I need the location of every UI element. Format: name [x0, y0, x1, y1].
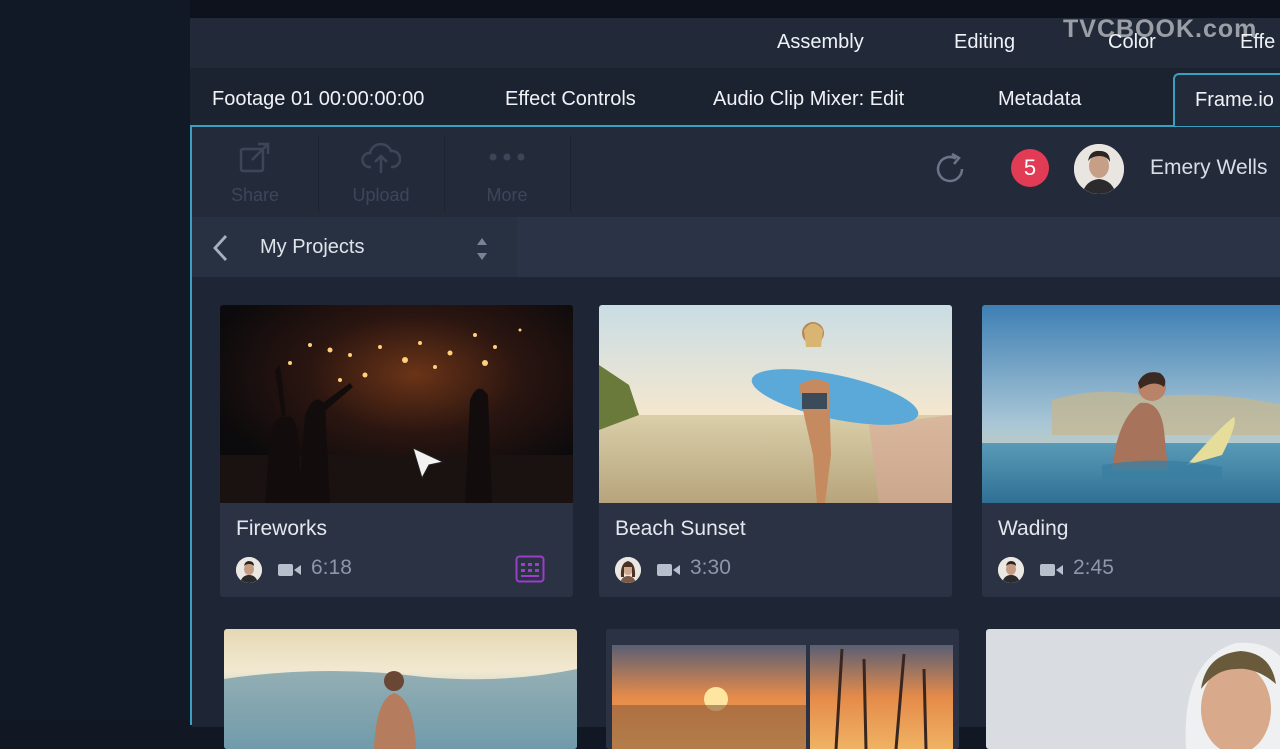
share-button[interactable]: Share — [192, 127, 318, 217]
frameio-panel: Share Upload More 5 Emery Wells My Proje… — [190, 125, 1280, 749]
panel-tab-bar: Footage 01 00:00:00:00 Effect Controls A… — [190, 68, 1280, 126]
video-thumbnail[interactable] — [220, 305, 573, 503]
video-card[interactable]: Beach Sunset 3:30 — [599, 305, 952, 597]
frameio-toolbar: Share Upload More 5 Emery Wells — [192, 127, 1280, 217]
tab-metadata[interactable]: Metadata — [998, 88, 1081, 111]
user-name[interactable]: Emery Wells — [1150, 156, 1267, 180]
workspace-editing[interactable]: Editing — [954, 31, 1015, 54]
more-button[interactable]: More — [444, 127, 570, 217]
more-label: More — [486, 185, 528, 205]
wading-thumbnail-image — [982, 305, 1280, 503]
workspace-assembly[interactable]: Assembly — [777, 31, 864, 54]
video-title[interactable]: Beach Sunset — [615, 517, 746, 541]
video-duration: 3:30 — [690, 556, 731, 579]
uploader-avatar — [998, 557, 1024, 583]
video-thumbnail[interactable] — [599, 305, 952, 503]
fireworks-thumbnail-image — [220, 305, 573, 503]
project-selector[interactable]: My Projects — [192, 217, 517, 277]
video-camera-icon — [657, 564, 680, 576]
tab-effect-controls[interactable]: Effect Controls — [505, 88, 636, 111]
mouse-cursor-icon — [412, 447, 445, 480]
video-grid: Fireworks 6:18 Beach Sunset 3:30 Wading … — [192, 277, 1280, 749]
left-sidebar-background — [0, 0, 190, 720]
back-chevron-icon[interactable] — [210, 233, 232, 263]
video-camera-icon — [278, 564, 301, 576]
project-nav-bar: My Projects — [192, 217, 1280, 277]
video-card[interactable] — [986, 629, 1280, 749]
uploader-portrait-icon — [236, 557, 262, 583]
upload-label: Upload — [352, 185, 410, 205]
sunset-palms-thumbnail-image — [606, 629, 959, 749]
uploader-portrait-icon — [998, 557, 1024, 583]
video-title[interactable]: Fireworks — [236, 517, 327, 541]
ocean-swimmer-thumbnail-image — [224, 629, 577, 749]
toolbar-divider — [570, 135, 571, 213]
video-card[interactable] — [224, 629, 577, 749]
video-card[interactable]: Wading 2:45 — [982, 305, 1280, 597]
watermark: TVCBOOK.com — [1063, 15, 1258, 43]
tab-footage[interactable]: Footage 01 00:00:00:00 — [212, 88, 424, 111]
uploader-portrait-icon — [615, 557, 641, 583]
hooded-portrait-thumbnail-image — [986, 629, 1280, 749]
beach-sunset-thumbnail-image — [599, 305, 952, 503]
uploader-avatar — [615, 557, 641, 583]
video-duration: 6:18 — [311, 556, 352, 579]
video-card[interactable] — [606, 629, 959, 749]
video-duration: 2:45 — [1073, 556, 1114, 579]
more-dots-icon — [489, 153, 525, 161]
video-camera-icon — [1040, 564, 1063, 576]
project-title: My Projects — [260, 236, 365, 258]
tab-frameio-label: Frame.io — [1195, 89, 1274, 111]
user-portrait-icon — [1074, 144, 1124, 194]
share-label: Share — [230, 185, 280, 205]
upload-button[interactable]: Upload — [318, 127, 444, 217]
tab-audio-clip-mixer[interactable]: Audio Clip Mixer: Edit — [713, 88, 904, 111]
share-icon — [239, 142, 270, 173]
notification-badge[interactable]: 5 — [1011, 149, 1049, 187]
user-avatar[interactable] — [1074, 144, 1124, 194]
refresh-icon[interactable] — [932, 151, 968, 187]
video-thumbnail[interactable] — [982, 305, 1280, 503]
tab-frameio[interactable]: Frame.io — [1173, 73, 1280, 126]
uploader-avatar — [236, 557, 262, 583]
cloud-upload-icon — [361, 142, 401, 173]
comments-icon[interactable] — [515, 555, 545, 583]
sort-updown-icon[interactable] — [475, 234, 489, 264]
video-title[interactable]: Wading — [998, 517, 1068, 541]
video-card[interactable]: Fireworks 6:18 — [220, 305, 573, 597]
